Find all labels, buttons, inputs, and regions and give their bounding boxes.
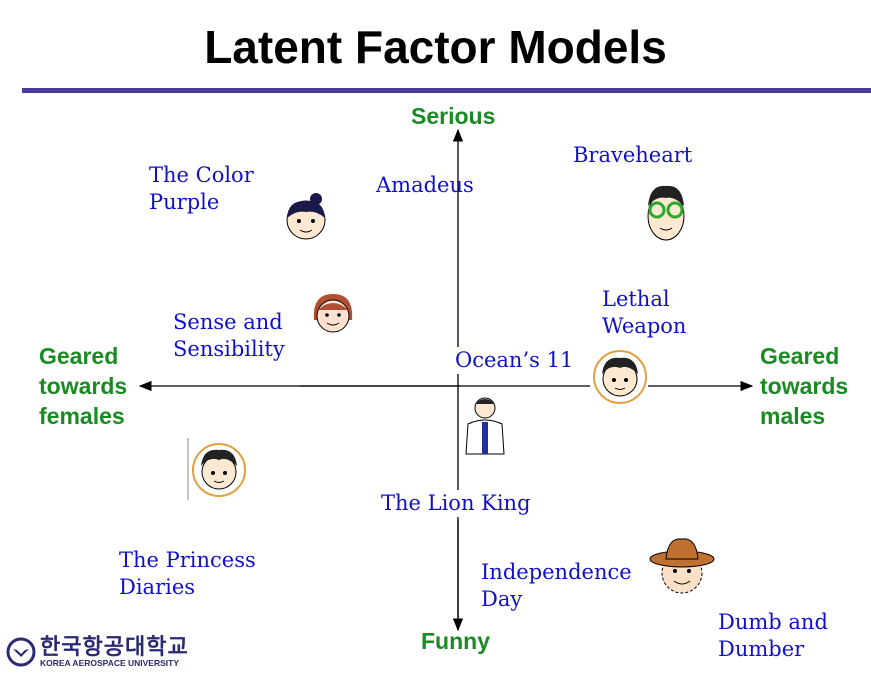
movie-the-princess-diaries: The Princess Diaries xyxy=(119,548,256,599)
boy-face-icon xyxy=(187,438,247,500)
woman-face-icon xyxy=(313,294,353,333)
movie-sense-and-sensibility: Sense and Sensibility xyxy=(173,310,285,361)
university-logo: 한국항공대학교 KOREA AEROSPACE UNIVERSITY xyxy=(6,636,189,668)
axis-label-funny: Funny xyxy=(421,628,490,654)
movie-dumb-and-dumber: Dumb and Dumber xyxy=(718,610,828,661)
movie-braveheart: Braveheart xyxy=(573,143,693,167)
slide: Latent Factor Models Serious Funny Geare… xyxy=(0,0,871,675)
axis-label-females: Geared towards females xyxy=(39,343,128,429)
cowboy-face-icon xyxy=(649,538,715,594)
movie-the-lion-king: The Lion King xyxy=(381,490,531,517)
movie-amadeus: Amadeus xyxy=(376,173,474,197)
movie-the-color-purple: The Color Purple xyxy=(149,163,254,214)
university-emblem-icon xyxy=(6,637,36,667)
logo-english-text: KOREA AEROSPACE UNIVERSITY xyxy=(40,658,180,668)
logo-korean-text: 한국항공대학교 xyxy=(40,634,189,659)
doctor-figure-icon xyxy=(465,397,505,455)
movie-oceans-11: Ocean’s 11 xyxy=(455,347,574,374)
movie-lethal-weapon: Lethal Weapon xyxy=(602,287,687,338)
man-glasses-face-icon xyxy=(647,185,685,241)
boy-face-icon xyxy=(590,346,648,406)
axis-label-serious: Serious xyxy=(411,103,496,129)
axis-label-males: Geared towards males xyxy=(760,343,849,429)
woman-face-icon xyxy=(286,193,326,240)
movie-independence-day: Independence Day xyxy=(481,560,632,611)
